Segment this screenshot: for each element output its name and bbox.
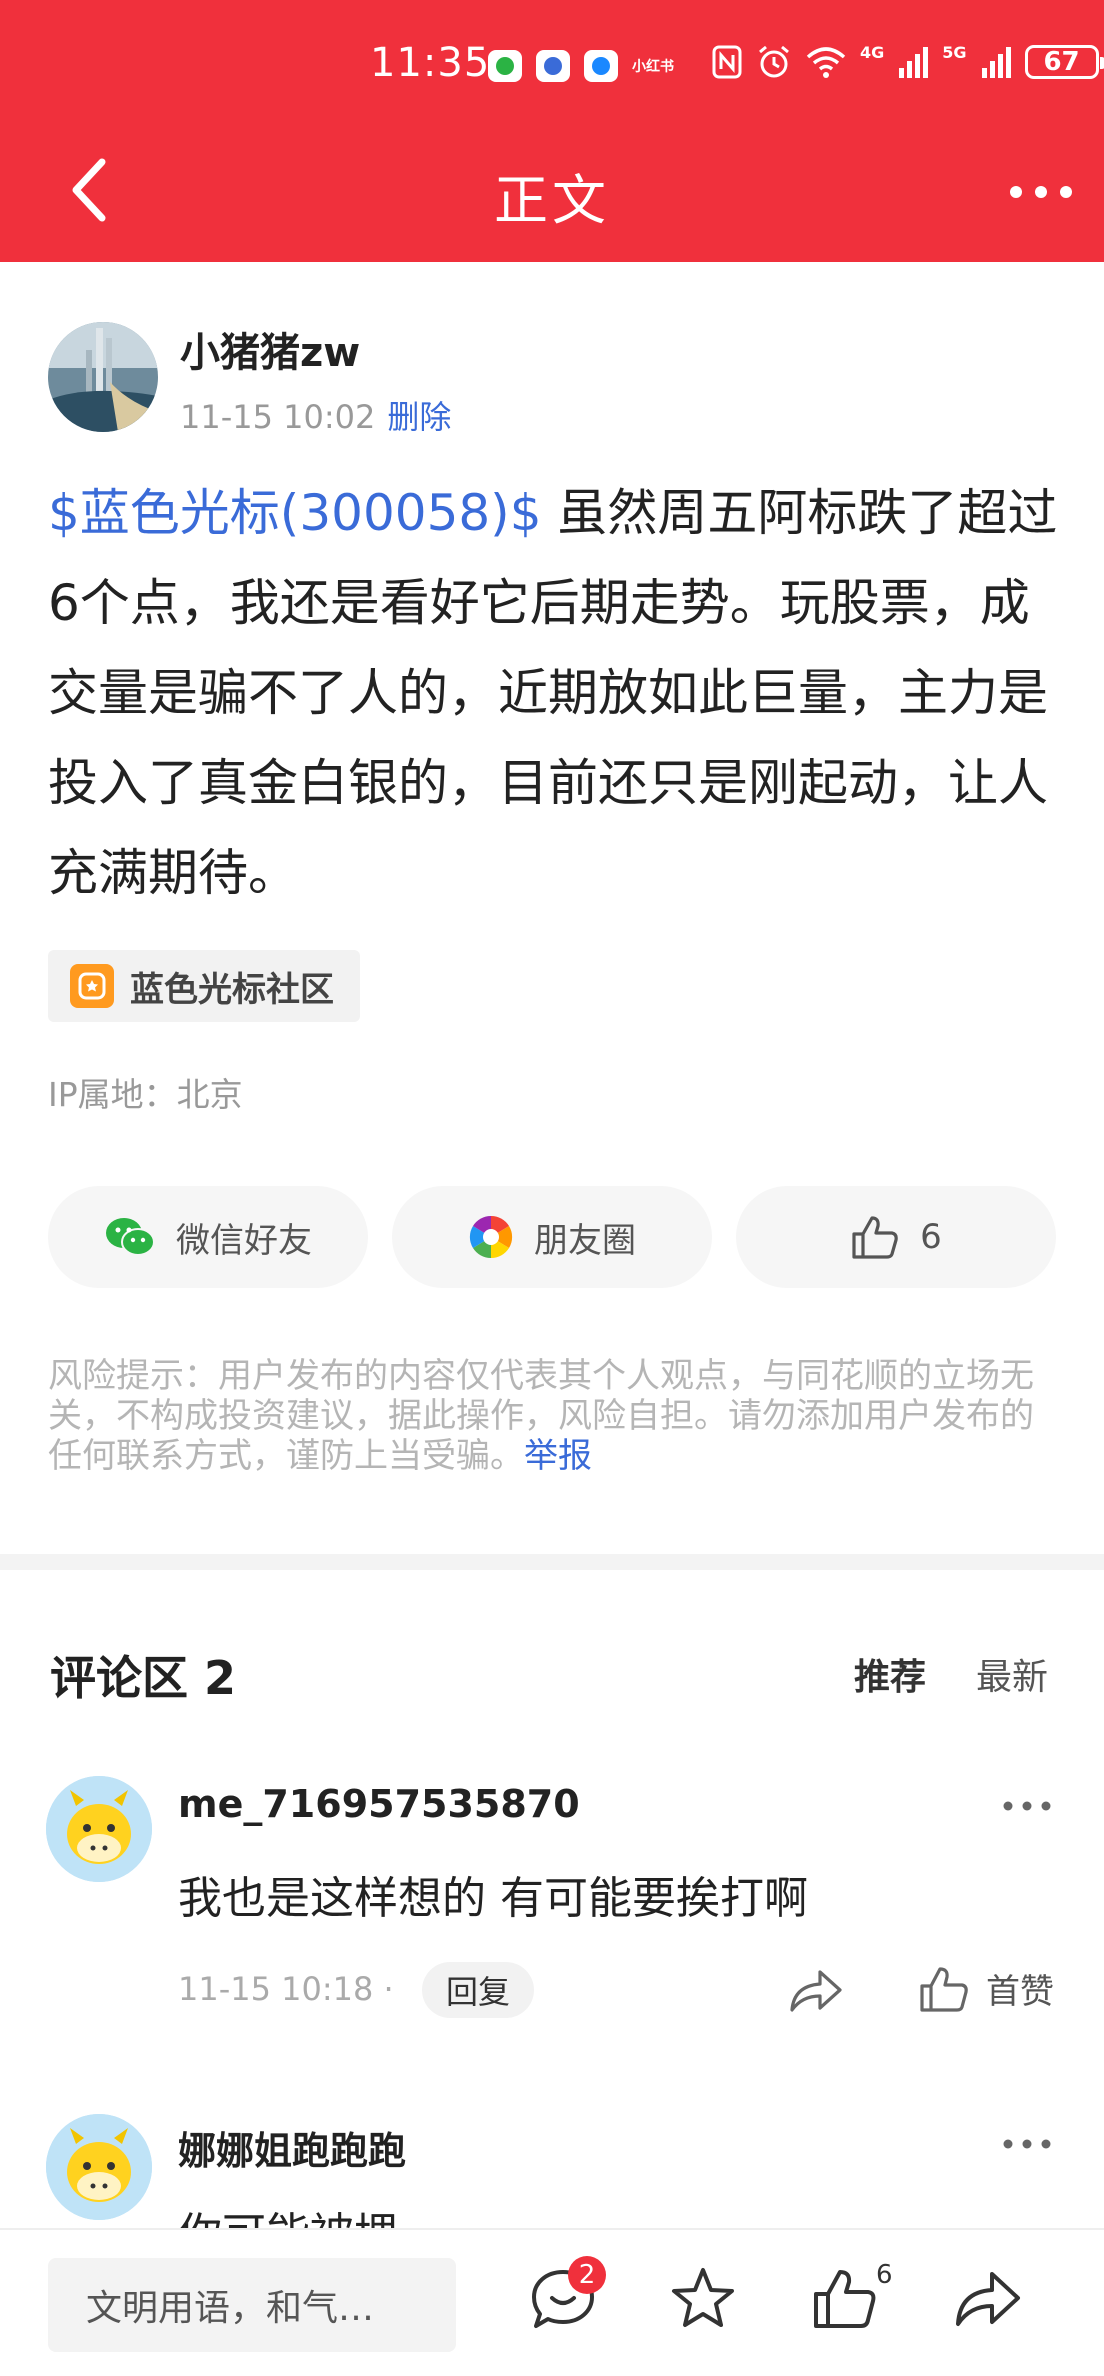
comment-input[interactable]: 文明用语，和气… bbox=[48, 2258, 456, 2352]
comment-like-button[interactable]: 首赞 bbox=[918, 1964, 1054, 2013]
comment-text: 我也是这样想的 有可能要挨打啊 bbox=[178, 1873, 808, 1924]
commenter-avatar[interactable] bbox=[46, 2114, 152, 2220]
section-divider bbox=[0, 1554, 1104, 1570]
network-label-a: 4G bbox=[860, 42, 885, 62]
moments-icon bbox=[469, 1215, 513, 1259]
share-wechat-button[interactable]: 微信好友 bbox=[48, 1186, 368, 1288]
thumb-up-icon bbox=[852, 1216, 898, 1259]
commenter-avatar[interactable] bbox=[46, 1776, 152, 1882]
community-tag[interactable]: 蓝色光标社区 bbox=[48, 950, 360, 1022]
delete-link[interactable]: 删除 bbox=[387, 398, 451, 436]
signal-icon-a bbox=[899, 47, 929, 78]
stock-link[interactable]: $蓝色光标(300058)$ bbox=[48, 484, 542, 542]
status-time: 11:35 bbox=[370, 40, 491, 86]
comment-more-icon[interactable] bbox=[1000, 1796, 1054, 1816]
network-label-b: 5G bbox=[942, 42, 967, 62]
share-wechat-label: 微信好友 bbox=[176, 1220, 312, 1261]
comment-time: 11-15 10:18 · bbox=[178, 1970, 394, 2008]
like-button[interactable]: 6 bbox=[736, 1186, 1056, 1288]
community-icon bbox=[70, 964, 114, 1008]
star-icon[interactable] bbox=[668, 2264, 738, 2334]
ip-location: IP属地：北京 bbox=[48, 1075, 243, 1114]
comment-count-badge: 2 bbox=[568, 2256, 606, 2294]
commenter-name[interactable]: me_716957535870 bbox=[178, 1782, 580, 1826]
commenter-name[interactable]: 娜娜姐跑跑跑 bbox=[178, 2120, 406, 2175]
share-icon[interactable] bbox=[952, 2264, 1022, 2334]
bottom-bar: 文明用语，和气… 2 6 bbox=[0, 2228, 1104, 2376]
more-icon[interactable] bbox=[1006, 170, 1076, 214]
share-moments-label: 朋友圈 bbox=[534, 1220, 636, 1261]
wechat-status-icon bbox=[488, 50, 522, 82]
page-title: 正文 bbox=[494, 169, 610, 232]
thumb-up-icon[interactable] bbox=[810, 2264, 880, 2334]
alarm-icon bbox=[759, 45, 789, 78]
status-indicators: 4G 5G 67 bbox=[712, 42, 1104, 80]
post-time: 11-15 10:02 bbox=[180, 398, 376, 436]
battery-indicator: 67 bbox=[1024, 45, 1104, 79]
risk-notice: 风险提示：用户发布的内容仅代表其个人观点，与同花顺的立场无关，不构成投资建议，据… bbox=[48, 1356, 1064, 1476]
sort-recommended-tab[interactable]: 推荐 bbox=[854, 1648, 926, 1700]
comments-title: 评论区 2 bbox=[50, 1651, 237, 1705]
comment-like-label: 首赞 bbox=[986, 1972, 1054, 2012]
wifi-icon bbox=[806, 47, 846, 78]
signal-icon-b bbox=[981, 47, 1011, 78]
app-status-icon bbox=[536, 50, 570, 82]
sort-latest-tab[interactable]: 最新 bbox=[976, 1648, 1048, 1700]
nfc-icon bbox=[712, 45, 742, 79]
comment-more-icon[interactable] bbox=[1000, 2134, 1054, 2154]
share-moments-button[interactable]: 朋友圈 bbox=[392, 1186, 712, 1288]
post-body: $蓝色光标(300058)$ 虽然周五阿标跌了超过6个点，我还是看好它后期走势。… bbox=[48, 468, 1064, 918]
like-count: 6 bbox=[920, 1217, 942, 1257]
wechat-icon bbox=[106, 1218, 155, 1256]
author-name[interactable]: 小猪猪zw bbox=[180, 320, 360, 378]
report-link[interactable]: 举报 bbox=[524, 1436, 592, 1476]
thumb-up-icon bbox=[920, 1966, 968, 2012]
status-app-icons: 小红书 bbox=[488, 50, 674, 82]
post-text: 虽然周五阿标跌了超过6个点，我还是看好它后期走势。玩股票，成交量是骗不了人的，近… bbox=[48, 484, 1058, 902]
share-icon[interactable] bbox=[786, 1966, 844, 2016]
share-row: 微信好友 朋友圈 6 bbox=[48, 1186, 1056, 1288]
author-avatar[interactable] bbox=[48, 322, 158, 432]
top-bar: 11:35 小红书 4G 5G 67 正文 bbox=[0, 0, 1104, 262]
xiaohongshu-status-icon: 小红书 bbox=[632, 59, 674, 75]
bottom-like-count: 6 bbox=[876, 2260, 893, 2290]
post-meta: 11-15 10:02 删除 bbox=[180, 392, 451, 438]
community-label: 蓝色光标社区 bbox=[130, 969, 334, 1010]
app-status-icon-2 bbox=[584, 50, 618, 82]
reply-button[interactable]: 回复 bbox=[422, 1962, 535, 2018]
